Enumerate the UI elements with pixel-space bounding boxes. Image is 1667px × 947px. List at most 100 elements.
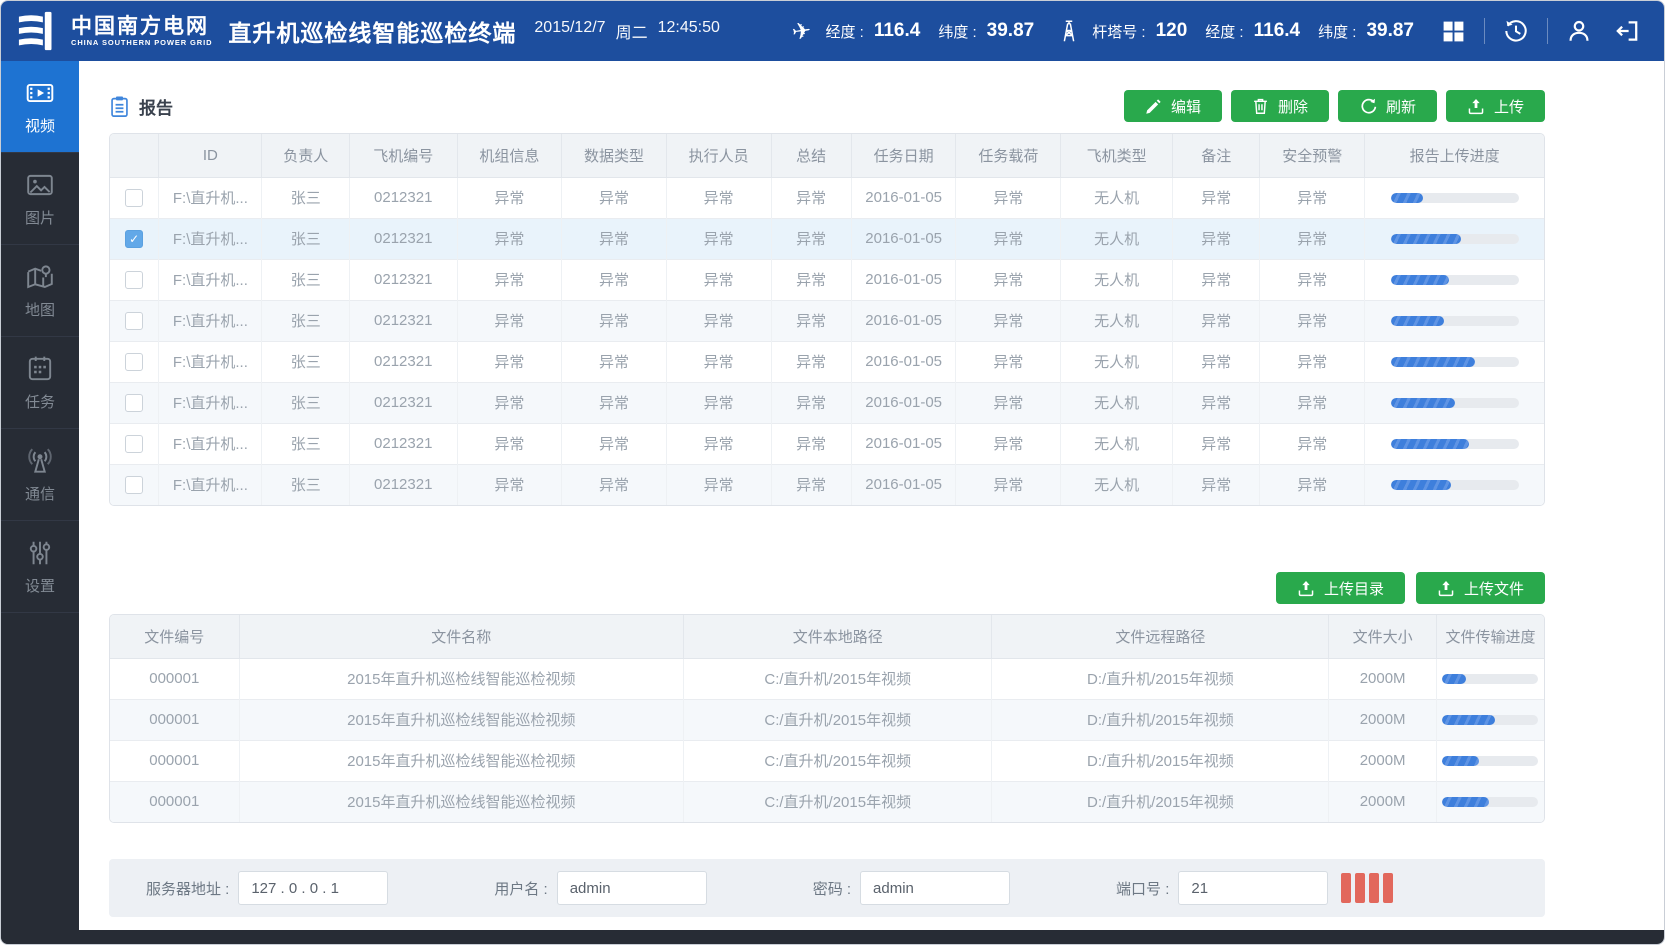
cell-remote-path: D:/直升机/2015年视频 <box>992 781 1329 822</box>
progress-track <box>1391 439 1519 449</box>
row-checkbox[interactable] <box>125 353 143 371</box>
cell-summary: 异常 <box>771 259 851 300</box>
cell-executor: 异常 <box>666 300 771 341</box>
sidebar-item-map[interactable]: 地图 <box>1 245 79 337</box>
cell-data-type: 异常 <box>562 341 667 382</box>
cell-payload: 异常 <box>956 218 1061 259</box>
upload-file-button[interactable]: 上传文件 <box>1416 572 1545 604</box>
cell-alert: 异常 <box>1260 218 1365 259</box>
table-row[interactable]: 0000012015年直升机巡检线智能巡检视频C:/直升机/2015年视频D:/… <box>110 781 1544 822</box>
progress-track <box>1442 756 1538 766</box>
cell-data-type: 异常 <box>562 464 667 505</box>
datetime: 2015/12/7 周二 12:45:50 <box>534 19 719 43</box>
table-row[interactable]: F:\直升机...张三0212321异常异常异常异常2016-01-05异常无人… <box>110 382 1544 423</box>
cell-data-type: 异常 <box>562 177 667 218</box>
cell-crew-info: 异常 <box>457 423 562 464</box>
table-row[interactable]: ✓F:\直升机...张三0212321异常异常异常异常2016-01-05异常无… <box>110 218 1544 259</box>
row-checkbox[interactable] <box>125 189 143 207</box>
sidebar-item-task[interactable]: 任务 <box>1 337 79 429</box>
progress-fill <box>1391 316 1445 326</box>
cell-alert: 异常 <box>1260 341 1365 382</box>
cell-file-no: 000001 <box>110 740 239 781</box>
table-row[interactable]: 0000012015年直升机巡检线智能巡检视频C:/直升机/2015年视频D:/… <box>110 699 1544 740</box>
refresh-button[interactable]: 刷新 <box>1338 90 1437 122</box>
row-checkbox[interactable] <box>125 435 143 453</box>
row-checkbox[interactable] <box>125 271 143 289</box>
row-checkbox[interactable] <box>125 312 143 330</box>
time-text: 12:45:50 <box>658 19 720 43</box>
cell-id: F:\直升机... <box>159 382 262 423</box>
password-input[interactable] <box>860 871 1010 905</box>
table-row[interactable]: 0000012015年直升机巡检线智能巡检视频C:/直升机/2015年视频D:/… <box>110 658 1544 699</box>
cell-owner: 张三 <box>262 464 349 505</box>
upload-directory-button[interactable]: 上传目录 <box>1276 572 1405 604</box>
cell-file-no: 000001 <box>110 781 239 822</box>
app-window: 中国南方电网 CHINA SOUTHERN POWER GRID 直升机巡检线智… <box>0 0 1665 945</box>
cell-executor: 异常 <box>666 177 771 218</box>
cell-alert: 异常 <box>1260 300 1365 341</box>
row-checkbox[interactable]: ✓ <box>125 230 143 248</box>
cell-crew-info: 异常 <box>457 259 562 300</box>
cell-alert: 异常 <box>1260 464 1365 505</box>
logout-icon[interactable] <box>1610 14 1644 48</box>
cell-plane-type: 无人机 <box>1061 423 1173 464</box>
cell-executor: 异常 <box>666 218 771 259</box>
cell-file-name: 2015年直升机巡检线智能巡检视频 <box>239 740 684 781</box>
tower-geo-group: 杆塔号 : 120 经度 : 116.4 纬度 : 39.87 <box>1056 18 1422 44</box>
edit-button[interactable]: 编辑 <box>1124 90 1222 122</box>
username-input[interactable] <box>557 871 707 905</box>
sidebar-item-video[interactable]: 视频 <box>1 61 79 153</box>
flight-lon-label: 经度 : <box>825 21 863 42</box>
column-header: 文件编号 <box>110 615 239 658</box>
cell-file-name: 2015年直升机巡检线智能巡检视频 <box>239 658 684 699</box>
airplane-icon: ✈ <box>790 16 813 45</box>
progress-fill <box>1391 275 1450 285</box>
upload-button[interactable]: 上传 <box>1446 90 1545 122</box>
delete-button[interactable]: 删除 <box>1231 90 1329 122</box>
cell-data-type: 异常 <box>562 218 667 259</box>
cell-plane-no: 0212321 <box>349 423 457 464</box>
column-header: 执行人员 <box>666 134 771 177</box>
cell-progress <box>1436 781 1544 822</box>
sidebar-item-communication[interactable]: 通信 <box>1 429 79 521</box>
table-row[interactable]: 0000012015年直升机巡检线智能巡检视频C:/直升机/2015年视频D:/… <box>110 740 1544 781</box>
cell-payload: 异常 <box>956 464 1061 505</box>
cell-summary: 异常 <box>771 177 851 218</box>
column-header: ID <box>159 134 262 177</box>
table-row[interactable]: F:\直升机...张三0212321异常异常异常异常2016-01-05异常无人… <box>110 300 1544 341</box>
port-label: 端口号 : <box>1116 878 1169 899</box>
row-checkbox[interactable] <box>125 394 143 412</box>
server-settings-bar: 服务器地址 : 用户名 : 密码 : 端口号 : <box>109 859 1545 917</box>
cell-remark: 异常 <box>1173 259 1260 300</box>
table-row[interactable]: F:\直升机...张三0212321异常异常异常异常2016-01-05异常无人… <box>110 464 1544 505</box>
cell-crew-info: 异常 <box>457 300 562 341</box>
progress-fill <box>1442 715 1495 725</box>
cell-progress <box>1365 259 1544 300</box>
user-icon[interactable] <box>1562 14 1596 48</box>
sidebar-item-settings[interactable]: 设置 <box>1 521 79 613</box>
port-input[interactable] <box>1178 871 1328 905</box>
column-header: 负责人 <box>262 134 349 177</box>
table-row[interactable]: F:\直升机...张三0212321异常异常异常异常2016-01-05异常无人… <box>110 341 1544 382</box>
cell-progress <box>1365 300 1544 341</box>
column-header: 飞机类型 <box>1061 134 1173 177</box>
row-checkbox[interactable] <box>125 476 143 494</box>
cell-payload: 异常 <box>956 382 1061 423</box>
progress-track <box>1391 234 1519 244</box>
cell-owner: 张三 <box>262 341 349 382</box>
column-header: 文件名称 <box>239 615 684 658</box>
sidebar-item-image[interactable]: 图片 <box>1 153 79 245</box>
table-row[interactable]: F:\直升机...张三0212321异常异常异常异常2016-01-05异常无人… <box>110 259 1544 300</box>
column-header: 文件本地路径 <box>684 615 992 658</box>
upload-button-label: 上传 <box>1494 96 1524 117</box>
windows-icon[interactable] <box>1436 14 1470 48</box>
table-row[interactable]: F:\直升机...张三0212321异常异常异常异常2016-01-05异常无人… <box>110 177 1544 218</box>
cell-plane-no: 0212321 <box>349 300 457 341</box>
history-icon[interactable] <box>1499 14 1533 48</box>
cell-payload: 异常 <box>956 341 1061 382</box>
cell-progress <box>1365 464 1544 505</box>
cell-file-no: 000001 <box>110 658 239 699</box>
server-address-input[interactable] <box>238 871 388 905</box>
table-row[interactable]: F:\直升机...张三0212321异常异常异常异常2016-01-05异常无人… <box>110 423 1544 464</box>
cell-plane-type: 无人机 <box>1061 218 1173 259</box>
